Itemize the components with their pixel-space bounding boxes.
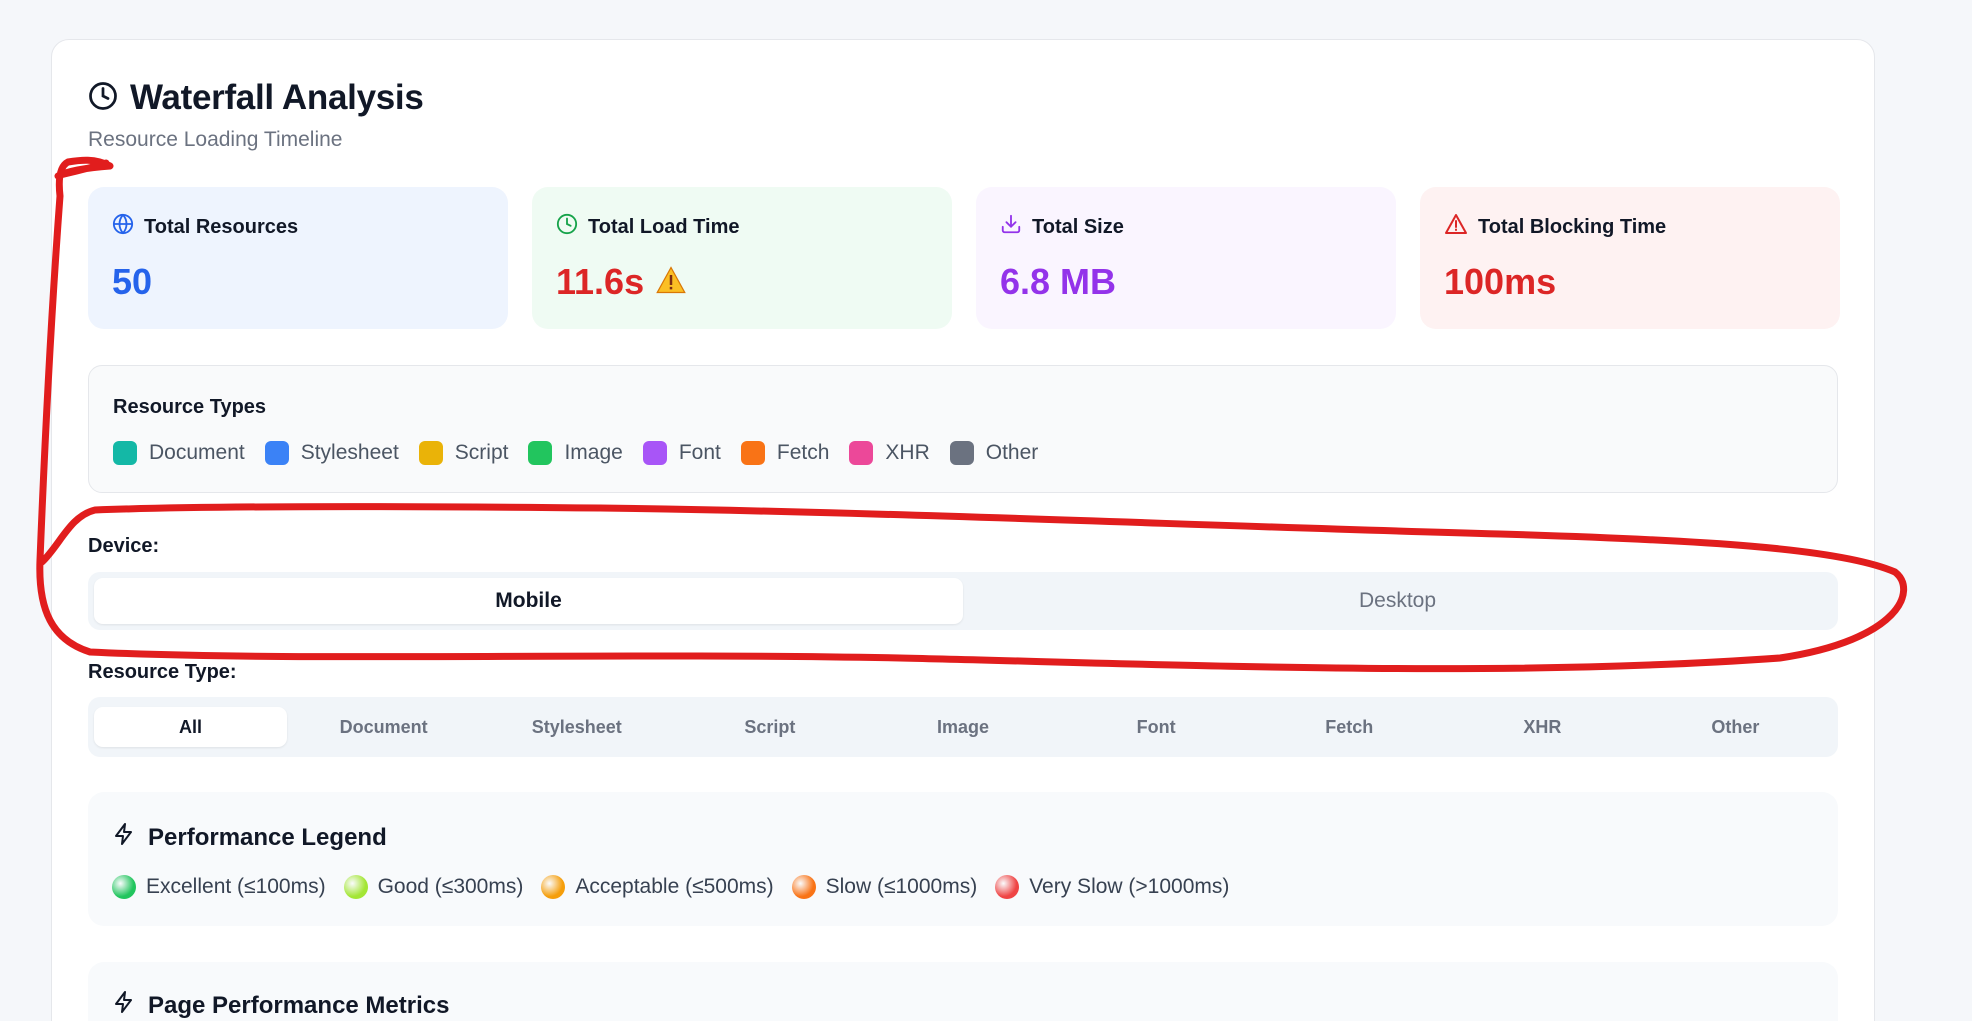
resource-types-box: Resource Types Document Stylesheet Script I… xyxy=(88,365,1838,493)
resource-type-legend-item: Document xyxy=(113,441,245,465)
stats-row: Total Resources 50 Total Load Time 11.6s xyxy=(88,187,1840,329)
alert-triangle-icon xyxy=(1444,213,1468,241)
clock-icon xyxy=(88,81,118,116)
performance-legend-label: Slow (≤1000ms) xyxy=(825,875,978,898)
page-metrics-box: Page Performance Metrics xyxy=(88,962,1838,1021)
resource-filter-stylesheet[interactable]: Stylesheet xyxy=(480,707,673,747)
stat-value: 6.8 MB xyxy=(1000,261,1117,302)
stat-total-size: Total Size 6.8 MB xyxy=(976,187,1396,329)
resource-types-title: Resource Types xyxy=(113,396,267,418)
stat-value: 50 xyxy=(112,261,153,302)
resource-type-legend-item: Fetch xyxy=(740,441,830,465)
resource-type-legend-label: Fetch xyxy=(776,441,830,464)
resource-filter-image[interactable]: Image xyxy=(866,707,1059,747)
resource-filter-script[interactable]: Script xyxy=(673,707,866,747)
resource-type-label: Resource Type: xyxy=(88,661,237,683)
stat-label: Total Load Time xyxy=(588,215,740,238)
resource-type-legend-label: Other xyxy=(985,441,1039,464)
performance-legend-item: Excellent (≤100ms) xyxy=(112,875,326,899)
resource-type-legend-item: XHR xyxy=(849,441,930,465)
performance-dot xyxy=(112,875,136,899)
device-label: Device: xyxy=(88,535,160,557)
resource-types-legend: Document Stylesheet Script Image Font Fetch XH… xyxy=(113,441,1813,465)
performance-legend-label: Excellent (≤100ms) xyxy=(146,875,326,898)
resource-type-legend-label: XHR xyxy=(885,441,930,464)
color-swatch xyxy=(528,441,553,465)
resource-filter-all[interactable]: All xyxy=(94,707,288,747)
performance-legend-box: Performance Legend Excellent (≤100ms) Goo… xyxy=(88,792,1838,926)
stat-label: Total Blocking Time xyxy=(1478,215,1667,238)
device-option-desktop[interactable]: Desktop xyxy=(963,578,1832,624)
device-option-mobile[interactable]: Mobile xyxy=(94,578,963,624)
color-swatch xyxy=(642,441,667,465)
resource-type-legend-item: Script xyxy=(418,441,509,465)
device-toggle: Mobile Desktop xyxy=(88,572,1838,630)
stat-total-load-time: Total Load Time 11.6s xyxy=(532,187,952,329)
performance-dot xyxy=(541,875,566,899)
resource-type-filter: All Document Stylesheet Script Image Font Fetc… xyxy=(88,697,1838,757)
resource-type-legend-item: Other xyxy=(949,441,1039,465)
download-icon xyxy=(1000,213,1022,241)
resource-type-legend-label: Font xyxy=(678,441,721,464)
resource-type-legend-label: Document xyxy=(149,441,245,464)
performance-legend-item: Very Slow (>1000ms) xyxy=(995,875,1229,899)
resource-type-legend-label: Image xyxy=(564,441,623,464)
performance-dot xyxy=(995,875,1020,899)
performance-dot xyxy=(791,875,816,899)
resource-filter-fetch[interactable]: Fetch xyxy=(1253,707,1446,747)
resource-type-legend-item: Stylesheet xyxy=(264,441,399,465)
performance-legend-label: Good (≤300ms) xyxy=(377,875,524,898)
color-swatch xyxy=(849,441,874,465)
resource-filter-font[interactable]: Font xyxy=(1060,707,1253,747)
clock-icon xyxy=(556,213,578,241)
stat-label: Total Resources xyxy=(144,215,299,238)
resource-filter-other[interactable]: Other xyxy=(1639,707,1832,747)
stat-value: 11.6s xyxy=(556,261,645,302)
performance-legend-label: Very Slow (>1000ms) xyxy=(1029,875,1230,898)
lightning-icon xyxy=(112,990,136,1021)
stat-total-resources: Total Resources 50 xyxy=(88,187,508,329)
title-row: Waterfall Analysis xyxy=(88,78,424,118)
color-swatch xyxy=(264,441,289,465)
performance-legend-item: Good (≤300ms) xyxy=(343,875,524,899)
performance-legend-item: Slow (≤1000ms) xyxy=(791,875,978,899)
header: Waterfall Analysis Resource Loading Time… xyxy=(88,78,424,152)
warning-icon xyxy=(656,261,686,303)
resource-filter-document[interactable]: Document xyxy=(287,707,480,747)
stat-total-blocking-time: Total Blocking Time 100ms xyxy=(1420,187,1840,329)
stat-label: Total Size xyxy=(1032,215,1124,238)
resource-type-legend-label: Stylesheet xyxy=(300,441,399,464)
performance-legend-items: Excellent (≤100ms) Good (≤300ms) Acceptabl… xyxy=(112,875,1814,899)
resource-filter-xhr[interactable]: XHR xyxy=(1446,707,1639,747)
resource-type-legend-item: Font xyxy=(642,441,721,465)
lightning-icon xyxy=(112,822,136,853)
performance-legend-title: Performance Legend xyxy=(148,823,387,851)
page-metrics-title: Page Performance Metrics xyxy=(148,991,450,1019)
performance-legend-label: Acceptable (≤500ms) xyxy=(575,875,774,898)
color-swatch xyxy=(113,441,137,465)
resource-type-legend-label: Script xyxy=(454,441,509,464)
stat-value: 100ms xyxy=(1444,261,1557,302)
color-swatch xyxy=(740,441,765,465)
color-swatch xyxy=(418,441,443,465)
performance-dot xyxy=(343,875,368,899)
globe-icon xyxy=(112,213,134,241)
performance-legend-item: Acceptable (≤500ms) xyxy=(541,875,774,899)
page-subtitle: Resource Loading Timeline xyxy=(88,128,343,151)
page-title: Waterfall Analysis xyxy=(130,78,424,117)
resource-type-legend-item: Image xyxy=(528,441,623,465)
color-swatch xyxy=(949,441,974,465)
